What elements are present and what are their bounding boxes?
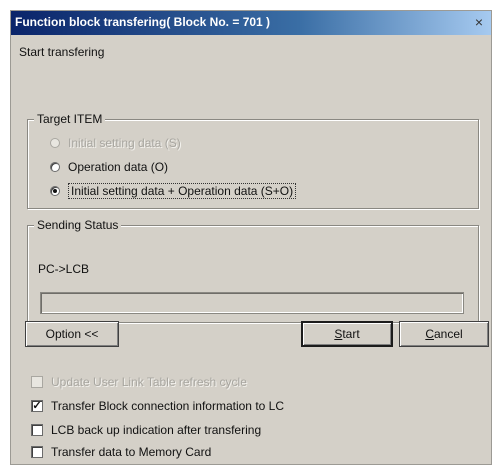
cancel-button[interactable]: Cancel (399, 321, 489, 347)
sending-status-group: Sending Status PC->LCB (27, 218, 479, 323)
check-lcb-backup-label: LCB back up indication after transfering (51, 423, 262, 437)
title-bar[interactable]: Function block transfering( Block No. = … (11, 11, 491, 35)
radio-initial-plus-operation[interactable]: Initial setting data + Operation data (S… (50, 182, 297, 200)
check-update-user-link-box[interactable] (31, 376, 43, 388)
check-lcb-backup-box[interactable] (31, 424, 43, 436)
route-label: PC->LCB (38, 262, 90, 276)
check-transfer-block-connection-box[interactable]: ✓ (31, 400, 43, 412)
target-item-group-title: Target ITEM (34, 112, 106, 126)
radio-initial-setting[interactable]: Initial setting data (S) (50, 134, 181, 152)
radio-operation-data[interactable]: Operation data (O) (50, 158, 168, 176)
check-lcb-backup[interactable]: LCB back up indication after transfering (31, 421, 261, 439)
transfer-dialog: Function block transfering( Block No. = … (10, 10, 492, 465)
radio-initial-setting-icon[interactable] (50, 138, 60, 148)
check-update-user-link[interactable]: Update User Link Table refresh cycle (31, 373, 247, 391)
radio-initial-setting-label: Initial setting data (S) (68, 136, 181, 150)
start-button-label: Start (334, 327, 360, 341)
target-item-group: Target ITEM Initial setting data (S) Ope… (27, 112, 479, 209)
check-update-user-link-label: Update User Link Table refresh cycle (51, 375, 247, 389)
check-memory-card-label: Transfer data to Memory Card (51, 445, 212, 459)
check-transfer-block-connection[interactable]: ✓ Transfer Block connection information … (31, 397, 284, 415)
status-message: Start transfering (19, 45, 105, 59)
check-transfer-block-connection-label: Transfer Block connection information to… (51, 399, 284, 413)
close-icon[interactable]: × (471, 13, 487, 31)
start-button[interactable]: Start (301, 321, 393, 347)
option-button-label: Option << (45, 327, 99, 341)
check-memory-card[interactable]: Transfer data to Memory Card (31, 443, 211, 461)
window-title: Function block transfering( Block No. = … (15, 15, 271, 29)
radio-operation-data-icon[interactable] (50, 162, 60, 172)
sending-status-group-title: Sending Status (34, 218, 122, 232)
check-memory-card-box[interactable] (31, 446, 43, 458)
radio-initial-plus-operation-icon[interactable] (50, 186, 60, 196)
radio-initial-plus-operation-label: Initial setting data + Operation data (S… (68, 183, 297, 199)
option-button[interactable]: Option << (25, 321, 119, 347)
radio-operation-data-label: Operation data (O) (68, 160, 169, 174)
progress-bar (40, 292, 464, 314)
cancel-button-label: Cancel (425, 327, 463, 341)
